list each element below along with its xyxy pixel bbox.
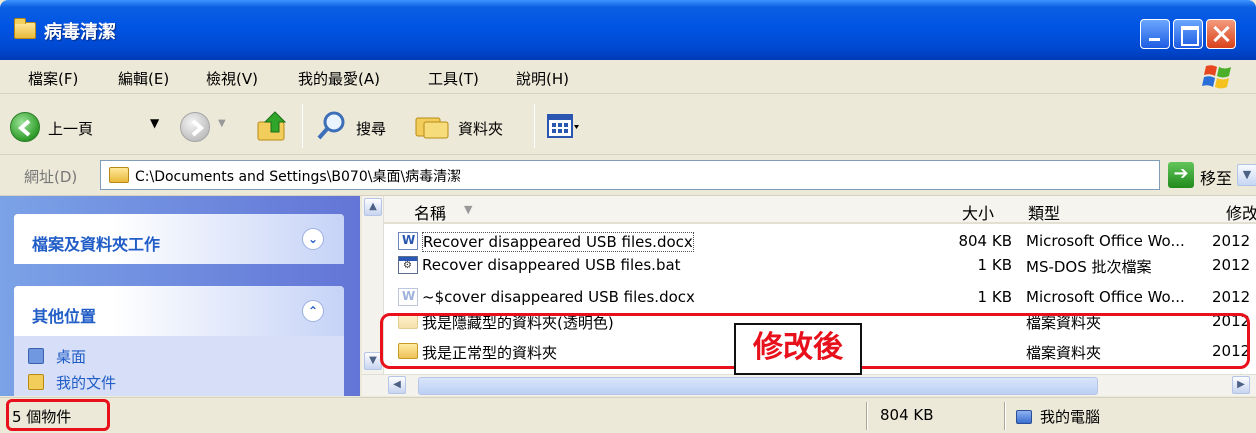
column-type[interactable]: 類型: [1028, 200, 1060, 224]
back-button-label[interactable]: 上一頁: [48, 118, 93, 139]
forward-arrow-icon[interactable]: [180, 112, 210, 142]
scroll-right-icon[interactable]: ▶: [1232, 376, 1250, 394]
batch-file-icon: [398, 256, 418, 274]
file-type: MS-DOS 批次檔案: [1026, 258, 1152, 276]
sort-indicator-icon: ▼: [464, 203, 473, 216]
status-bar: 5 個物件 804 KB 我的電腦: [0, 397, 1256, 433]
search-button-label[interactable]: 搜尋: [356, 118, 386, 139]
menu-tools[interactable]: 工具(T): [428, 68, 479, 89]
file-row[interactable]: ~$cover disappeared USB files.docx 1 KB …: [398, 286, 1256, 309]
desktop-icon: [28, 348, 44, 364]
address-label: 網址(D): [24, 168, 78, 186]
file-row[interactable]: Recover disappeared USB files.bat 1 KB M…: [398, 254, 1256, 277]
file-type: Microsoft Office Wo...: [1026, 232, 1185, 250]
folders-button-label[interactable]: 資料夾: [458, 118, 503, 139]
status-divider: [866, 402, 868, 430]
file-modified: 2012: [1212, 288, 1251, 306]
maximize-button[interactable]: [1173, 19, 1203, 49]
go-arrow-icon[interactable]: ➔: [1168, 162, 1194, 188]
menu-edit[interactable]: 編輯(E): [118, 68, 169, 89]
my-computer-icon: [1016, 410, 1032, 424]
back-arrow-icon[interactable]: [10, 112, 40, 142]
forward-dropdown-icon[interactable]: ▼: [218, 118, 226, 129]
folder-icon: [14, 18, 36, 39]
status-location: 我的電腦: [1016, 406, 1100, 427]
scroll-left-icon[interactable]: ◀: [388, 376, 406, 394]
menu-help[interactable]: 說明(H): [516, 68, 569, 89]
annotation-label: 修改後: [734, 323, 862, 375]
status-location-label: 我的電腦: [1040, 408, 1101, 426]
other-places-title[interactable]: 其他位置: [32, 303, 96, 327]
other-places-panel: 其他位置 ⌃ 桌面 我的文件: [14, 286, 344, 396]
toolbar-separator: [302, 104, 303, 148]
windows-logo-icon: [1202, 65, 1231, 89]
close-button[interactable]: [1206, 19, 1236, 49]
place-my-documents[interactable]: 我的文件: [28, 372, 116, 393]
explorer-window: 病毒清潔 檔案(F) 編輯(E) 檢視(V) 我的最愛(A) 工具(T) 說明(…: [0, 0, 1256, 433]
scroll-up-icon[interactable]: ▲: [364, 198, 382, 216]
file-tasks-header[interactable]: 檔案及資料夾工作 ⌄: [14, 214, 344, 264]
views-icon[interactable]: [546, 112, 580, 142]
horizontal-scrollbar[interactable]: ◀ ▶: [362, 374, 1256, 396]
column-name[interactable]: 名稱: [414, 200, 446, 224]
word-doc-icon: [398, 232, 418, 250]
scroll-thumb[interactable]: [418, 377, 1098, 395]
file-row[interactable]: Recover disappeared USB files.docx 804 K…: [398, 230, 1256, 253]
column-header: 名稱 ▼ 大小 類型 修改: [384, 196, 1256, 224]
file-tasks-title[interactable]: 檔案及資料夾工作: [32, 231, 160, 255]
address-dropdown-icon[interactable]: ▼: [1237, 164, 1256, 186]
menu-bar: 檔案(F) 編輯(E) 檢視(V) 我的最愛(A) 工具(T) 說明(H): [0, 60, 1256, 94]
file-type: Microsoft Office Wo...: [1026, 288, 1185, 306]
go-button-label[interactable]: 移至: [1200, 165, 1232, 189]
status-size: 804 KB: [880, 406, 934, 424]
search-icon[interactable]: [316, 110, 348, 142]
file-size: 1 KB: [977, 256, 1012, 274]
status-divider: [1004, 402, 1006, 430]
address-input[interactable]: C:\Documents and Settings\B070\桌面\病毒清潔 ▼: [100, 160, 1256, 190]
menu-file[interactable]: 檔案(F): [28, 68, 78, 89]
chevron-up-icon[interactable]: ⌃: [302, 300, 324, 322]
window-title: 病毒清潔: [44, 22, 116, 43]
toolbar-separator: [534, 104, 535, 148]
minimize-button[interactable]: [1140, 19, 1170, 49]
file-modified: 2012: [1212, 256, 1251, 274]
menu-favorites[interactable]: 我的最愛(A): [298, 68, 380, 89]
column-size[interactable]: 大小: [962, 200, 994, 224]
file-size: 1 KB: [977, 288, 1012, 306]
chevron-down-icon[interactable]: ⌄: [302, 228, 324, 250]
task-pane: 檔案及資料夾工作 ⌄ 其他位置 ⌃ 桌面 我的文件: [0, 196, 360, 396]
address-path[interactable]: C:\Documents and Settings\B070\桌面\病毒清潔: [135, 166, 461, 186]
address-bar: 網址(D) C:\Documents and Settings\B070\桌面\…: [0, 156, 1256, 196]
file-name[interactable]: Recover disappeared USB files.bat: [422, 256, 681, 274]
place-desktop-label[interactable]: 桌面: [56, 348, 86, 366]
menu-view[interactable]: 檢視(V): [206, 68, 258, 89]
up-folder-icon[interactable]: [256, 108, 290, 144]
word-doc-icon: [398, 288, 418, 306]
highlight-box: [6, 399, 110, 431]
column-modified[interactable]: 修改: [1226, 200, 1256, 224]
file-size: 804 KB: [958, 232, 1012, 250]
my-documents-icon: [28, 374, 44, 390]
place-desktop[interactable]: 桌面: [28, 346, 86, 367]
back-dropdown-icon[interactable]: ▼: [150, 116, 159, 130]
file-modified: 2012: [1212, 232, 1251, 250]
place-my-documents-label[interactable]: 我的文件: [56, 374, 116, 392]
file-name[interactable]: Recover disappeared USB files.docx: [422, 232, 694, 252]
title-bar[interactable]: 病毒清潔: [0, 0, 1256, 60]
folder-icon: [109, 167, 129, 183]
other-places-header[interactable]: 其他位置 ⌃: [14, 286, 344, 336]
file-tasks-panel: 檔案及資料夾工作 ⌄: [14, 214, 344, 264]
folders-icon[interactable]: [414, 110, 450, 142]
file-name[interactable]: ~$cover disappeared USB files.docx: [422, 288, 695, 306]
